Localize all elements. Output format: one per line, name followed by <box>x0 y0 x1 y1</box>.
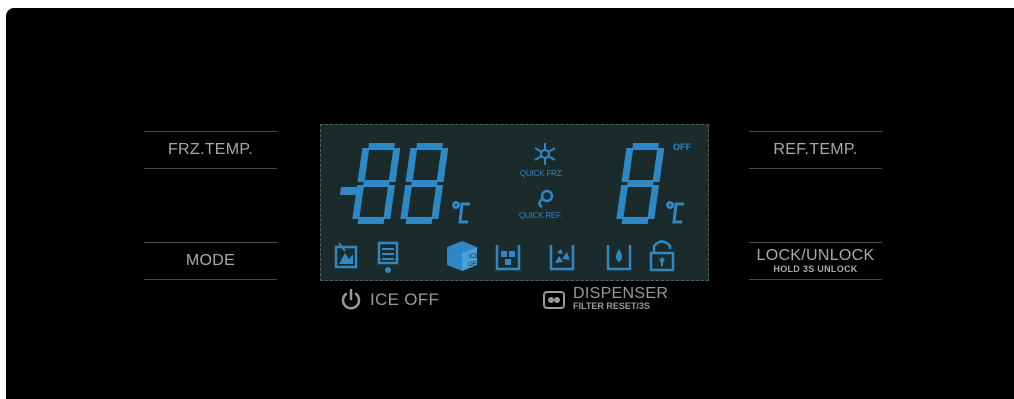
lock-unlock-button[interactable]: LOCK/UNLOCK HOLD 3S UNLOCK <box>749 242 882 280</box>
dispenser-icon <box>543 291 565 309</box>
power-icon <box>341 289 361 310</box>
ice-tray-icon <box>334 242 358 269</box>
ice-off-cube-text-2: OFF <box>468 262 480 268</box>
ice-off-label: ICE OFF <box>370 290 440 309</box>
status-icon-row <box>334 240 675 273</box>
dispenser-sub-label: FILTER RESET/3S <box>573 301 650 311</box>
ice-off-cube-text-1: ICE <box>469 254 479 260</box>
ref-temp-label: REF.TEMP. <box>773 141 858 158</box>
fridge-off-indicator: OFF <box>673 142 691 152</box>
fridge-unit-icon <box>666 201 684 224</box>
water-icon <box>606 245 632 271</box>
dispenser-label: DISPENSER <box>573 285 669 302</box>
lock-unlock-label: LOCK/UNLOCK <box>756 247 875 264</box>
mode-button[interactable]: MODE <box>144 242 277 280</box>
quick-ref-label: QUICK REF. <box>519 211 562 220</box>
lcd-display: ICE OFF OFF QUICK FRZ. QUICK REF. <box>320 124 709 281</box>
mode-label: MODE <box>185 252 236 269</box>
lock-unlock-sub-label: HOLD 3S UNLOCK <box>773 264 858 274</box>
freezer-unit-icon <box>452 201 470 224</box>
quick-frz-label: QUICK FRZ. <box>520 169 564 178</box>
frz-temp-label: FRZ.TEMP. <box>167 141 254 158</box>
crushed-ice-icon <box>549 245 575 271</box>
frz-temp-button[interactable]: FRZ.TEMP. <box>144 131 277 169</box>
quick-ref-icon <box>538 189 554 209</box>
snowflake-icon <box>534 143 556 165</box>
water-filter-icon <box>377 241 399 273</box>
ref-temp-button[interactable]: REF.TEMP. <box>749 131 882 169</box>
ice-off-button[interactable]: ICE OFF <box>340 289 439 311</box>
lock-icon <box>649 240 675 272</box>
dispenser-button[interactable]: DISPENSER FILTER RESET/3S <box>543 285 669 313</box>
freezer-temp-segments <box>340 143 449 224</box>
lcd-segments: ICE OFF <box>334 143 684 273</box>
cubed-ice-icon <box>495 245 521 271</box>
fridge-temp-segments <box>616 143 665 224</box>
